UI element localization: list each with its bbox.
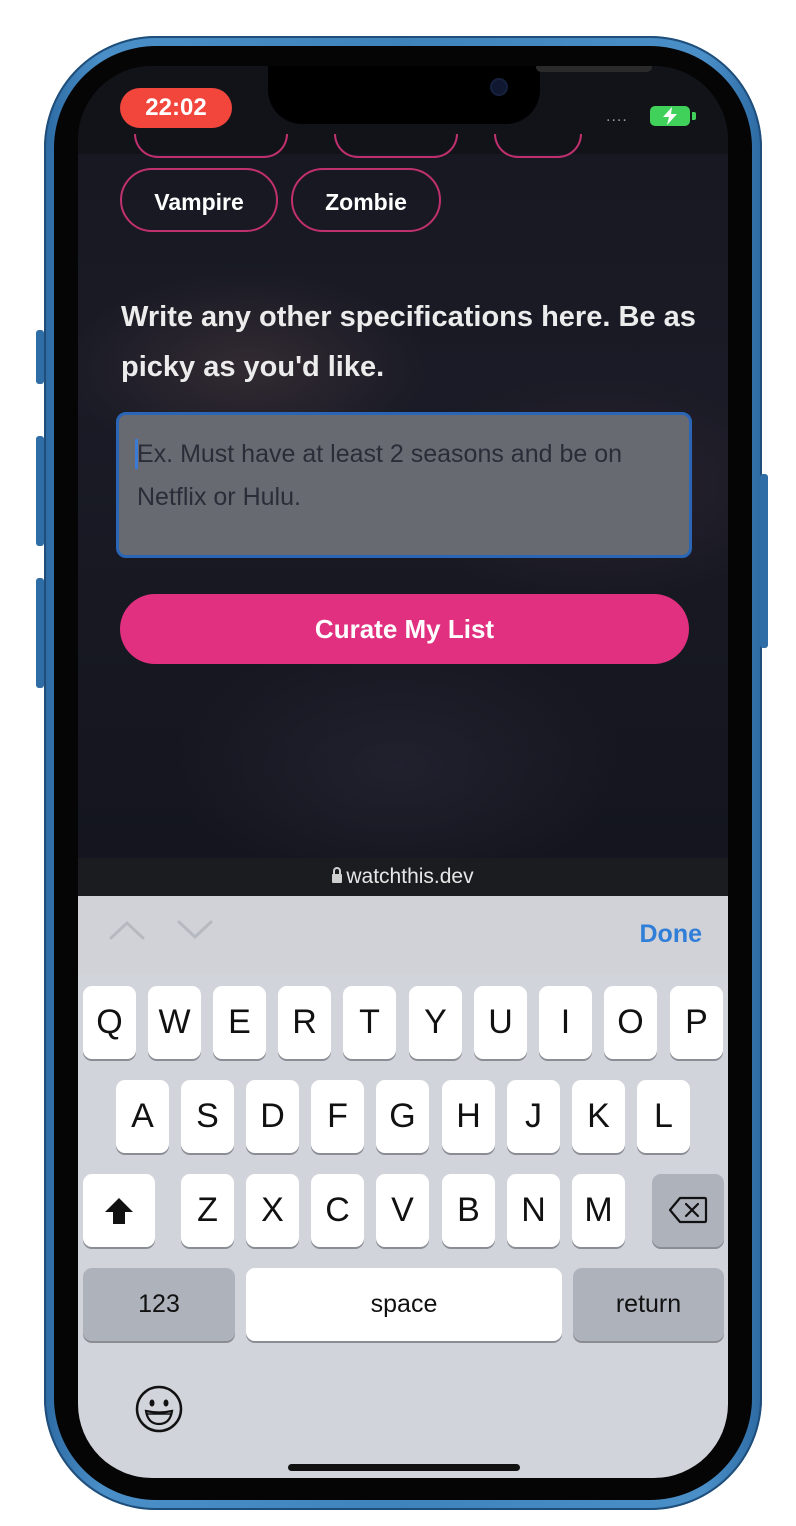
key-t[interactable]: T <box>343 986 396 1059</box>
specs-prompt: Write any other specifications here. Be … <box>121 301 696 383</box>
key-v[interactable]: V <box>376 1174 429 1247</box>
tag-chip-partial[interactable] <box>494 134 582 158</box>
key-a[interactable]: A <box>116 1080 169 1153</box>
delete-key[interactable] <box>652 1174 724 1247</box>
return-key[interactable]: return <box>573 1268 724 1341</box>
key-l[interactable]: L <box>637 1080 690 1153</box>
backspace-icon <box>668 1196 708 1224</box>
chevron-down-icon[interactable] <box>176 918 214 942</box>
key-s[interactable]: S <box>181 1080 234 1153</box>
shift-key[interactable] <box>83 1174 155 1247</box>
tag-chip-zombie[interactable]: Zombie <box>291 168 441 232</box>
emoji-smiley-icon[interactable] <box>134 1384 184 1434</box>
key-y[interactable]: Y <box>409 986 462 1059</box>
key-k[interactable]: K <box>572 1080 625 1153</box>
key-x[interactable]: X <box>246 1174 299 1247</box>
silent-switch <box>36 330 44 384</box>
numbers-key[interactable]: 123 <box>83 1268 235 1341</box>
key-o[interactable]: O <box>604 986 657 1059</box>
web-content: 22:02 .... Vampire Zombie Write any othe… <box>78 66 728 858</box>
status-time[interactable]: 22:02 <box>120 88 232 128</box>
key-z[interactable]: Z <box>181 1174 234 1247</box>
tag-chip-vampire[interactable]: Vampire <box>120 168 278 232</box>
key-p[interactable]: P <box>670 986 723 1059</box>
keyboard-toolbar: Done <box>78 896 728 974</box>
done-button[interactable]: Done <box>640 920 703 949</box>
url-text: watchthis.dev <box>346 865 474 888</box>
key-e[interactable]: E <box>213 986 266 1059</box>
speaker-grille <box>536 66 652 72</box>
key-w[interactable]: W <box>148 986 201 1059</box>
screen: 22:02 .... Vampire Zombie Write any othe… <box>78 66 728 1478</box>
tag-chip-partial[interactable] <box>334 134 458 158</box>
key-r[interactable]: R <box>278 986 331 1059</box>
key-b[interactable]: B <box>442 1174 495 1247</box>
keyboard: Q W E R T Y U I O P A S D F G H J K L Z … <box>78 974 728 1478</box>
key-c[interactable]: C <box>311 1174 364 1247</box>
power-button <box>760 474 768 648</box>
specs-textarea[interactable]: Ex. Must have at least 2 seasons and be … <box>116 412 692 558</box>
chevron-up-icon[interactable] <box>108 918 146 942</box>
specs-placeholder: Ex. Must have at least 2 seasons and be … <box>137 440 623 511</box>
signal-icon: .... <box>606 108 628 125</box>
notch <box>268 66 652 124</box>
battery-charging-icon <box>650 106 690 126</box>
key-n[interactable]: N <box>507 1174 560 1247</box>
volume-up-button <box>36 436 44 546</box>
battery-cap <box>692 112 696 120</box>
url-bar[interactable]: watchthis.dev <box>78 858 728 896</box>
key-j[interactable]: J <box>507 1080 560 1153</box>
curate-list-button[interactable]: Curate My List <box>120 594 689 664</box>
key-g[interactable]: G <box>376 1080 429 1153</box>
key-u[interactable]: U <box>474 986 527 1059</box>
tag-chip-partial[interactable] <box>134 134 288 158</box>
volume-down-button <box>36 578 44 688</box>
key-d[interactable]: D <box>246 1080 299 1153</box>
key-q[interactable]: Q <box>83 986 136 1059</box>
key-m[interactable]: M <box>572 1174 625 1247</box>
shift-arrow-icon <box>105 1198 133 1224</box>
key-h[interactable]: H <box>442 1080 495 1153</box>
lock-icon <box>332 867 343 883</box>
key-f[interactable]: F <box>311 1080 364 1153</box>
key-i[interactable]: I <box>539 986 592 1059</box>
space-key[interactable]: space <box>246 1268 562 1341</box>
home-indicator[interactable] <box>288 1464 520 1471</box>
camera-icon <box>492 80 506 94</box>
